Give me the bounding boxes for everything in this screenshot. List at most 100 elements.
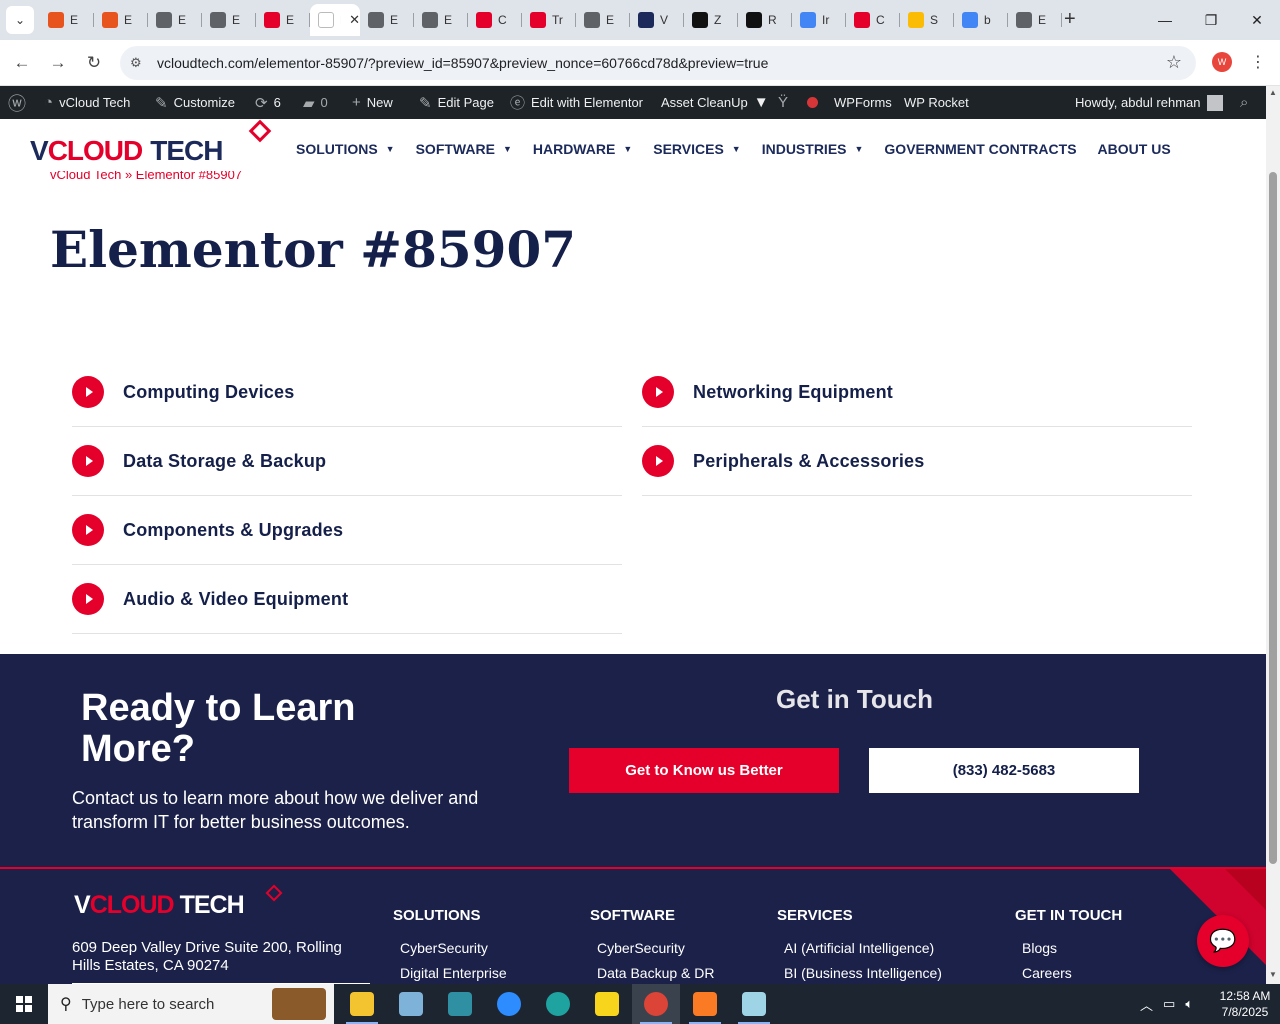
zoom-app[interactable]	[485, 984, 533, 1024]
browser-tab[interactable]: Z	[684, 4, 738, 36]
category-item[interactable]: Computing Devices	[72, 358, 622, 427]
sticky-notes-app[interactable]	[583, 984, 631, 1024]
tab-search-button[interactable]: ⌄	[6, 6, 34, 34]
wp-howdy-user[interactable]: Howdy, abdul rehman	[1075, 86, 1223, 119]
start-button[interactable]	[0, 984, 48, 1024]
wp-comments[interactable]: ▰ 0	[303, 86, 328, 119]
browser-tab[interactable]: E	[360, 4, 414, 36]
bookmark-star-icon[interactable]: ☆	[1166, 52, 1182, 73]
browser-tab[interactable]: Tr	[522, 4, 576, 36]
nav-item-about-us[interactable]: ABOUT US	[1098, 141, 1171, 157]
footer-link[interactable]: CyberSecurity	[400, 940, 488, 956]
file-explorer-app[interactable]	[338, 984, 386, 1024]
footer-link[interactable]: CyberSecurity	[597, 940, 685, 956]
wp-asset-cleanup[interactable]: Asset CleanUp ▼	[661, 86, 769, 119]
footer-logo[interactable]: V CLOUD TECH	[74, 891, 245, 920]
nav-item-government-contracts[interactable]: GOVERNMENT CONTRACTS	[884, 141, 1076, 157]
close-window-button[interactable]: ✕	[1234, 0, 1280, 40]
volume-icon[interactable]: 🔈︎	[1185, 996, 1193, 1012]
back-button[interactable]: ←	[9, 50, 35, 76]
tab-favicon-icon	[476, 12, 492, 28]
wp-yoast[interactable]: Ÿ	[778, 86, 788, 119]
restore-button[interactable]: ❐	[1188, 0, 1234, 40]
wp-new[interactable]: + New	[352, 86, 393, 119]
network-icon[interactable]: ▭	[1163, 996, 1175, 1012]
wp-edit-page[interactable]: ✎ Edit Page	[419, 86, 494, 119]
footer-link[interactable]: Data Backup & DR	[597, 965, 715, 981]
app-pinned-3[interactable]	[436, 984, 484, 1024]
forward-button[interactable]: →	[45, 50, 71, 76]
scroll-up-arrow-icon[interactable]: ▲	[1266, 88, 1280, 100]
category-item[interactable]: Audio & Video Equipment	[72, 565, 622, 634]
category-item[interactable]: Networking Equipment	[642, 358, 1192, 427]
page-scrollbar[interactable]: ▲ ▼	[1266, 86, 1280, 984]
wp-rocket[interactable]: WP Rocket	[904, 86, 969, 119]
xampp-app[interactable]	[681, 984, 729, 1024]
brush-icon: ✎	[155, 94, 168, 112]
browser-tab[interactable]: R	[738, 4, 792, 36]
footer-column-heading: GET IN TOUCH	[1015, 907, 1123, 924]
chat-widget-button[interactable]: 💬	[1197, 915, 1249, 967]
wp-search-icon[interactable]: ⌕	[1240, 86, 1248, 119]
phone-button[interactable]: (833) 482-5683	[869, 748, 1139, 793]
browser-tab[interactable]: E	[414, 4, 468, 36]
nav-item-software[interactable]: SOFTWARE ▼	[416, 141, 512, 157]
wordpress-logo-icon[interactable]: ⓦ	[8, 86, 26, 119]
browser-tab[interactable]: E	[40, 4, 94, 36]
category-item[interactable]: Data Storage & Backup	[72, 427, 622, 496]
caret-down-icon: ▼	[502, 144, 512, 154]
wp-wpforms[interactable]: WPForms	[834, 86, 892, 119]
browser-tab[interactable]: b	[954, 4, 1008, 36]
taskbar-clock[interactable]: 12:58 AM 7/8/2025	[1216, 988, 1274, 1020]
wp-status-dot[interactable]	[807, 86, 818, 119]
wp-customize[interactable]: ✎ Customize	[155, 86, 235, 119]
wp-edit-with-elementor[interactable]: ⓔ Edit with Elementor	[510, 86, 643, 119]
taskbar-search[interactable]: ⚲ Type here to search	[48, 984, 334, 1024]
browser-tab[interactable]: E	[94, 4, 148, 36]
tray-chevron-icon[interactable]: ︿	[1140, 995, 1153, 1014]
breadcrumb-home[interactable]: vCloud Tech	[50, 171, 121, 182]
browser-tab[interactable]: V	[630, 4, 684, 36]
wp-updates[interactable]: ⟳ 6	[255, 86, 281, 119]
nav-item-services[interactable]: SERVICES ▼	[653, 141, 740, 157]
footer-link[interactable]: AI (Artificial Intelligence)	[784, 940, 934, 956]
tab-close-icon[interactable]: ✕	[349, 12, 360, 28]
chrome-app[interactable]	[632, 984, 680, 1024]
minimize-button[interactable]: —	[1142, 0, 1188, 40]
nav-item-solutions[interactable]: SOLUTIONS ▼	[296, 141, 395, 157]
new-tab-button[interactable]: +	[1064, 8, 1076, 31]
nav-item-industries[interactable]: INDUSTRIES ▼	[762, 141, 864, 157]
updates-icon: ⟳	[255, 94, 268, 112]
browser-tab[interactable]: E	[1008, 4, 1062, 36]
edge-app[interactable]	[534, 984, 582, 1024]
notepad-app[interactable]	[730, 984, 778, 1024]
category-item[interactable]: Peripherals & Accessories	[642, 427, 1192, 496]
browser-tab[interactable]: Ir	[792, 4, 846, 36]
site-logo[interactable]: V CLOUD TECH	[30, 133, 223, 169]
category-item[interactable]: Components & Upgrades	[72, 496, 622, 565]
browser-tab[interactable]: E	[202, 4, 256, 36]
browser-menu-icon[interactable]: ⋮	[1250, 52, 1266, 72]
footer-link[interactable]: Careers	[1022, 965, 1072, 981]
browser-tab[interactable]: S	[900, 4, 954, 36]
footer-link[interactable]: Digital Enterprise	[400, 965, 507, 981]
browser-tab[interactable]: E	[148, 4, 202, 36]
address-bar[interactable]: ⚙ vcloudtech.com/elementor-85907/?previe…	[120, 46, 1196, 80]
browser-tab[interactable]: E	[576, 4, 630, 36]
footer-link[interactable]: Blogs	[1022, 940, 1057, 956]
footer-link[interactable]: BI (Business Intelligence)	[784, 965, 942, 981]
browser-tab[interactable]: C	[846, 4, 900, 36]
scroll-thumb[interactable]	[1269, 172, 1277, 864]
browser-tab[interactable]: E	[256, 4, 310, 36]
app-pinned-2[interactable]	[387, 984, 435, 1024]
scroll-down-arrow-icon[interactable]: ▼	[1266, 970, 1280, 982]
nav-item-hardware[interactable]: HARDWARE ▼	[533, 141, 632, 157]
get-to-know-us-button[interactable]: Get to Know us Better	[569, 748, 839, 793]
site-info-icon[interactable]: ⚙	[130, 55, 142, 71]
wp-site-name[interactable]: ◔ vCloud Tech	[44, 86, 130, 119]
profile-avatar[interactable]: W	[1212, 52, 1232, 72]
browser-tab[interactable]: C	[468, 4, 522, 36]
reload-button[interactable]: ↻	[81, 50, 107, 76]
browser-tab[interactable]: E✕	[310, 4, 360, 36]
plus-icon: +	[352, 94, 361, 111]
